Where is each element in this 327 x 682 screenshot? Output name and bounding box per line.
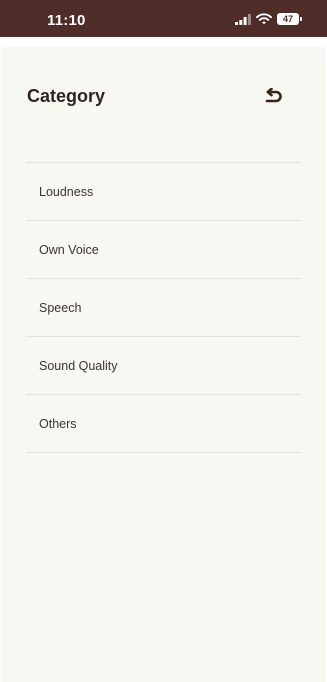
category-item-speech[interactable]: Speech <box>26 279 301 337</box>
page-title: Category <box>27 86 106 106</box>
battery-level: 47 <box>282 14 293 24</box>
category-list: Loudness Own Voice Speech Sound Quality … <box>26 162 301 453</box>
status-icons: 47 <box>235 12 302 26</box>
status-time: 11:10 <box>47 12 86 29</box>
status-bar: 11:10 47 <box>0 0 327 37</box>
return-arrow-icon <box>265 88 282 103</box>
category-page: Category Loudness Own Voice Speech Sound… <box>1 47 326 682</box>
wifi-icon <box>256 13 272 25</box>
back-button[interactable] <box>257 83 287 111</box>
category-item-sound-quality[interactable]: Sound Quality <box>26 337 301 395</box>
screen: 11:10 47 Category Loudness Own Voice Spe… <box>0 0 327 682</box>
category-item-own-voice[interactable]: Own Voice <box>26 221 301 279</box>
category-item-loudness[interactable]: Loudness <box>26 163 301 221</box>
category-item-others[interactable]: Others <box>26 395 301 453</box>
battery-icon: 47 <box>277 13 302 25</box>
cellular-signal-icon <box>235 13 251 25</box>
